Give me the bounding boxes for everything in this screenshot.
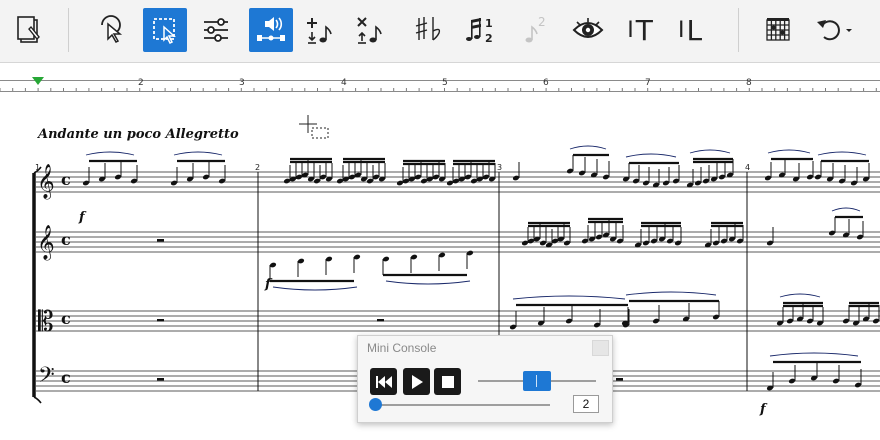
slur	[272, 286, 358, 291]
alto-clef: 𝄡	[38, 305, 54, 338]
delete-note-button[interactable]	[348, 8, 392, 52]
console-close-button[interactable]	[592, 340, 609, 356]
chord-grid-button[interactable]	[756, 8, 800, 52]
eye-icon	[572, 18, 604, 38]
tempo-slider-knob[interactable]	[369, 398, 382, 411]
ruler-number: 3	[239, 78, 245, 88]
console-title: Mini Console	[367, 341, 437, 355]
slur	[767, 149, 811, 154]
ruler-number: 4	[341, 78, 347, 88]
tuplet-label-top: 1	[485, 17, 493, 30]
speaker-playback-icon	[257, 17, 285, 41]
undo-icon	[817, 20, 840, 41]
measure-number: 1	[35, 163, 40, 172]
ruler-number: 7	[645, 78, 651, 88]
text-cursor-icon: I	[627, 17, 634, 43]
add-note-button[interactable]	[298, 8, 342, 52]
slur	[625, 291, 717, 296]
measure-rest	[157, 319, 164, 322]
playback-button[interactable]	[249, 8, 293, 52]
slur	[769, 352, 859, 357]
time-signature: c	[61, 309, 71, 328]
visibility-button[interactable]	[566, 8, 610, 52]
voice-2-button[interactable]: 2	[512, 8, 556, 52]
dynamic-marking: f	[78, 210, 87, 225]
rewind-button[interactable]	[370, 368, 397, 395]
tuplet-button[interactable]: 1 2	[458, 8, 502, 52]
slur	[569, 145, 607, 150]
slur	[817, 151, 867, 156]
score-document-button[interactable]	[8, 8, 52, 52]
measure-number: 3	[497, 163, 502, 172]
measure-rest	[616, 378, 623, 381]
time-signature: c	[61, 230, 71, 249]
rectangle-select-icon	[153, 18, 176, 45]
slur	[512, 295, 626, 300]
tempo-value-field[interactable]: 2	[573, 395, 599, 413]
toolbar-separator	[738, 8, 739, 52]
slur	[779, 293, 821, 298]
ruler-number: 8	[746, 78, 752, 88]
ruler[interactable]: 2 3 4 5 6 7 8	[0, 76, 880, 92]
slur	[689, 149, 731, 154]
volume-slider-handle[interactable]	[523, 371, 551, 391]
play-icon	[411, 374, 423, 389]
bass-clef: 𝄢	[38, 363, 55, 393]
lyrics-tool-label: L	[686, 13, 703, 47]
sharp-flat-icon	[415, 17, 441, 41]
slur	[173, 151, 223, 156]
measure-number: 4	[745, 163, 750, 172]
text-tool-button[interactable]: I T	[618, 8, 662, 52]
slur	[85, 151, 135, 156]
main-toolbar: 1 2 2 I T I L	[0, 0, 880, 63]
ruler-number: 5	[442, 78, 448, 88]
ruler-number: 6	[543, 78, 549, 88]
delete-note-icon	[357, 17, 382, 44]
score-document-icon	[17, 16, 40, 43]
voice-2-icon: 2	[525, 15, 546, 43]
ruler-number: 2	[138, 78, 144, 88]
time-signature: c	[61, 368, 71, 387]
measure-rest	[157, 239, 164, 242]
slur	[385, 280, 471, 285]
add-note-above-icon	[307, 18, 332, 44]
lyrics-tool-button[interactable]: I L	[668, 8, 712, 52]
selection-cursor-button[interactable]	[90, 8, 134, 52]
time-signature: c	[61, 170, 71, 189]
selection-cursor-icon	[101, 15, 123, 43]
measure-rest	[377, 319, 384, 322]
tempo-slider-track[interactable]	[374, 404, 550, 406]
treble-clef: 𝄞	[37, 225, 55, 261]
dynamic-marking: f	[264, 277, 273, 292]
play-button[interactable]	[403, 368, 430, 395]
undo-button[interactable]	[806, 8, 862, 52]
measure-number: 2	[255, 163, 260, 172]
slur	[831, 207, 861, 212]
lyrics-cursor-icon: I	[677, 17, 685, 43]
slur	[625, 153, 677, 158]
tuplet-icon: 1 2	[466, 17, 493, 45]
rewind-icon	[375, 375, 392, 388]
mini-console[interactable]: Mini Console 2	[357, 335, 613, 423]
tuplet-label-bottom: 2	[485, 32, 493, 45]
mixer-button[interactable]	[194, 8, 238, 52]
mixer-sliders-icon	[204, 18, 228, 42]
indent-marker-icon[interactable]	[31, 76, 45, 86]
chord-grid-icon	[766, 18, 790, 41]
voice-label: 2	[538, 15, 546, 29]
dynamic-marking: f	[759, 402, 768, 417]
rectangle-select-button[interactable]	[143, 8, 187, 52]
stop-icon	[441, 375, 454, 388]
toolbar-separator	[68, 8, 69, 52]
accidentals-button[interactable]	[406, 8, 450, 52]
stop-button[interactable]	[434, 368, 461, 395]
text-tool-label: T	[635, 13, 653, 47]
measure-rest	[157, 378, 164, 381]
chevron-down-icon[interactable]	[844, 25, 854, 35]
